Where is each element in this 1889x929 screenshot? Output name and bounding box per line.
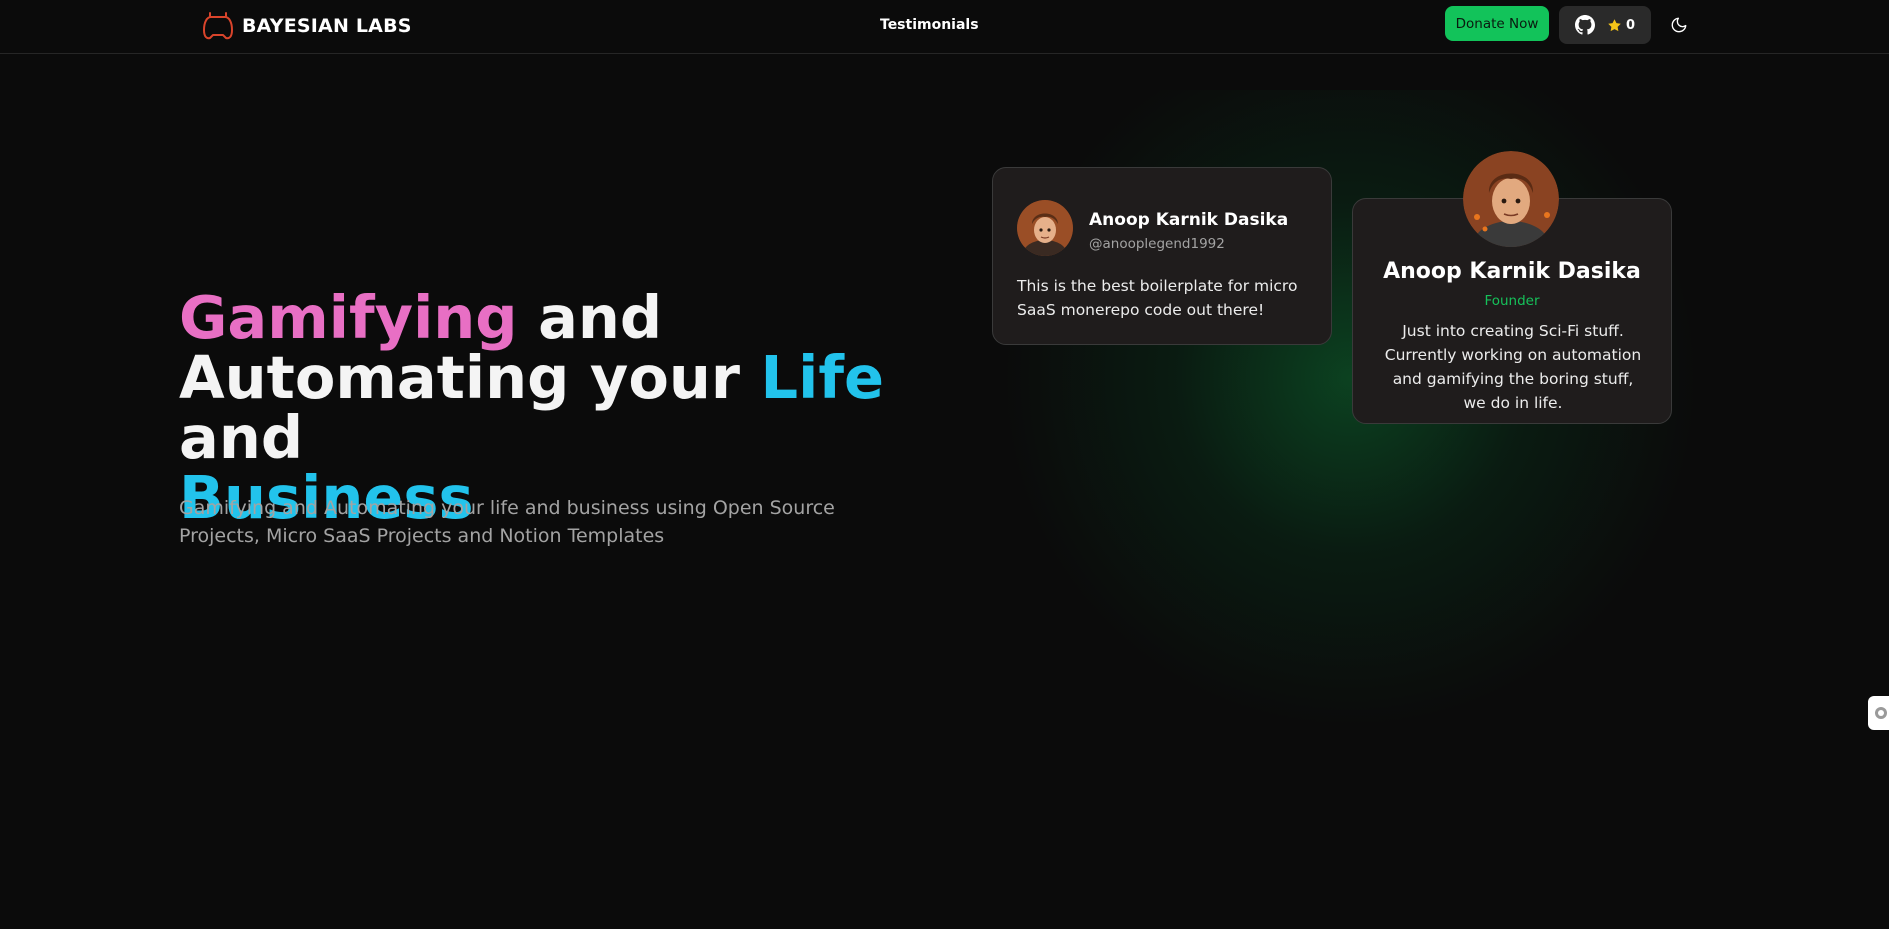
avatar bbox=[1463, 151, 1559, 247]
hero-title: Gamifying and Automating your Life and B… bbox=[179, 288, 939, 528]
brand-link[interactable]: BAYESIAN LABS bbox=[202, 10, 412, 42]
hero-title-life: Life bbox=[760, 343, 885, 412]
avatar bbox=[1017, 200, 1073, 256]
founder-name: Anoop Karnik Dasika bbox=[1383, 259, 1641, 284]
nav-link-testimonials[interactable]: Testimonials bbox=[866, 12, 993, 38]
github-icon bbox=[1574, 15, 1595, 35]
hero-title-automating: Automating your bbox=[179, 343, 761, 412]
testimonial-author-handle: @anooplegend1992 bbox=[1089, 236, 1225, 252]
theme-toggle-button[interactable] bbox=[1664, 10, 1694, 40]
star-count: 0 bbox=[1607, 18, 1635, 33]
hero-subtitle: Gamifying and Automating your life and b… bbox=[179, 497, 835, 547]
hero-title-gamifying: Gamifying bbox=[179, 283, 518, 352]
founder-card: Anoop Karnik Dasika Founder Just into cr… bbox=[1352, 151, 1672, 424]
founder-bio: Just into creating Sci-Fi stuff. Current… bbox=[1384, 322, 1642, 412]
testimonial-card: Anoop Karnik Dasika @anooplegend1992 Thi… bbox=[992, 167, 1332, 345]
top-navbar: BAYESIAN LABS Testimonials Donate Now 0 bbox=[0, 0, 1889, 54]
founder-role: Founder bbox=[1484, 293, 1540, 309]
brand-name: BAYESIAN LABS bbox=[242, 15, 412, 37]
widget-icon bbox=[1875, 707, 1887, 719]
hero-title-and-2: and bbox=[179, 403, 304, 472]
moon-icon bbox=[1671, 17, 1687, 33]
testimonial-author-name: Anoop Karnik Dasika bbox=[1089, 210, 1289, 230]
testimonial-quote: This is the best boilerplate for micro S… bbox=[1017, 277, 1298, 319]
gamepad-icon bbox=[203, 12, 233, 40]
floating-widget-tab[interactable] bbox=[1868, 696, 1889, 730]
hero-title-and-1: and bbox=[517, 283, 663, 352]
github-stars-button[interactable]: 0 bbox=[1559, 6, 1651, 44]
star-count-value: 0 bbox=[1625, 17, 1636, 33]
star-icon bbox=[1608, 18, 1621, 31]
donate-button[interactable]: Donate Now bbox=[1445, 6, 1549, 41]
